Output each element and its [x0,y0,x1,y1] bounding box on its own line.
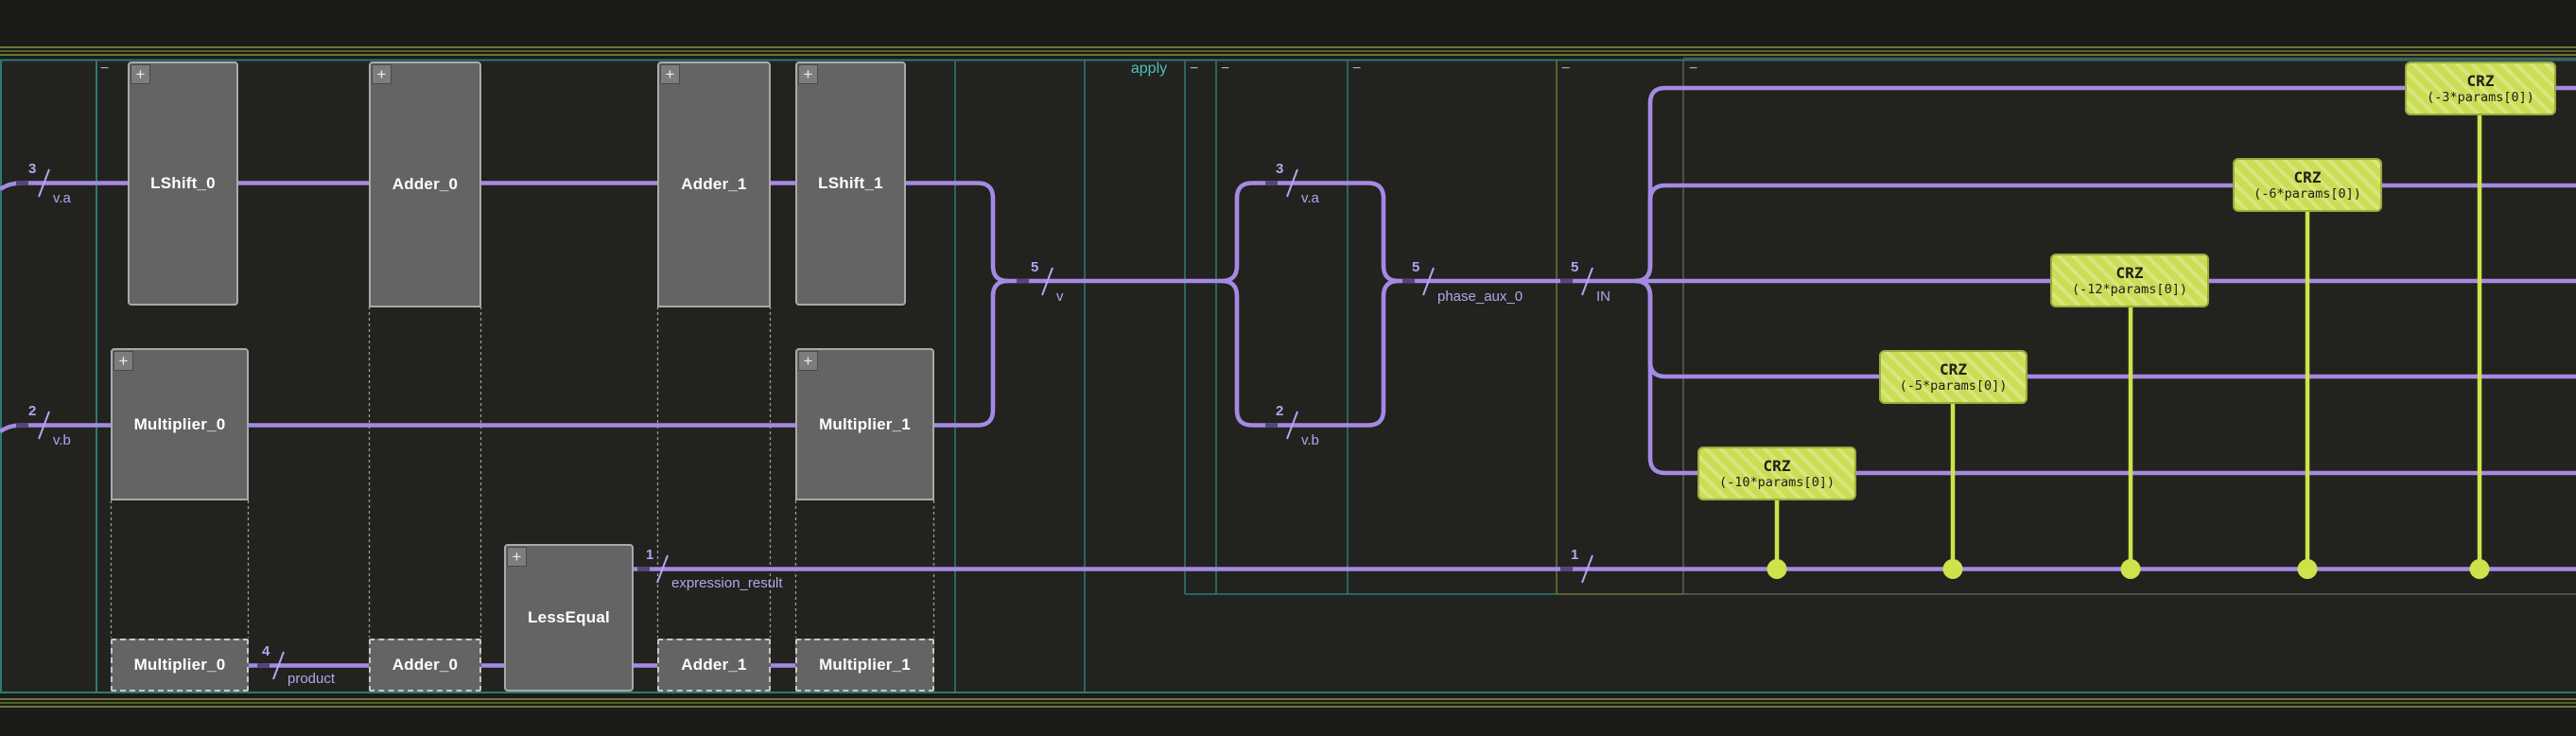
crz-gate-neg3[interactable]: CRZ (-3*params[0]) [2405,61,2556,115]
collapse-button[interactable]: − [1352,61,1361,77]
wire-width-expression-result: 1 [646,547,654,563]
gate-box-label: Adder_0 [392,175,459,193]
gate-box-label: LessEqual [528,608,610,626]
wire-width-va-mid: 3 [1276,161,1284,177]
expand-button[interactable]: + [798,351,818,371]
collapse-button[interactable]: − [100,61,109,77]
crz-gate-name: CRZ [1763,457,1791,475]
wire-name-expression-result: expression_result [671,575,783,591]
wire-name-v: v [1056,289,1064,305]
wire-width-v: 5 [1031,259,1039,275]
expand-button[interactable]: + [113,351,133,371]
control-dot [2297,559,2318,579]
apply-container-label: apply [1130,61,1168,77]
gate-box-label: Multiplier_1 [819,656,911,674]
gate-box-lshift-1[interactable]: LShift_1 + [795,61,906,306]
expand-button[interactable]: + [507,547,527,567]
crz-gate-neg6[interactable]: CRZ (-6*params[0]) [2233,158,2382,212]
wire-width-vb-mid: 2 [1276,403,1284,419]
gate-box-lshift-0[interactable]: LShift_0 + [128,61,238,306]
gate-box-multiplier-1-bottom[interactable]: Multiplier_1 [795,639,934,692]
gate-box-label: Multiplier_1 [819,414,911,433]
gate-box-adder-1-top[interactable]: Adder_1 + [657,61,771,307]
crz-gate-name: CRZ [2466,72,2495,90]
crz-gate-param: (-10*params[0]) [1719,475,1835,490]
wire-width-vb: 2 [28,403,37,419]
gate-box-adder-0-top[interactable]: Adder_0 + [369,61,481,307]
gate-box-multiplier-0-bottom[interactable]: Multiplier_0 [111,639,249,692]
gate-box-less-equal[interactable]: LessEqual + [504,544,634,692]
wire-width-expression-result-2: 1 [1571,547,1579,563]
crz-gate-name: CRZ [1940,360,1967,378]
gate-box-label: Adder_1 [681,656,747,674]
wire-width-va: 3 [28,161,37,177]
expand-button[interactable]: + [131,64,150,84]
crz-gate-name: CRZ [2115,264,2144,282]
expand-button[interactable]: + [372,64,392,84]
gate-box-adder-1-bottom[interactable]: Adder_1 [657,639,771,692]
collapse-button[interactable]: − [1221,61,1229,77]
wire-name-phase-aux: phase_aux_0 [1437,289,1523,305]
gate-box-label: LShift_0 [150,174,216,192]
control-dot [2469,559,2490,579]
circuit-canvas: − − − − − − apply LShift_0 + Adder_0 + A… [0,0,2576,736]
frame-top-lines [0,46,2576,61]
wire-name-va: v.a [53,190,71,206]
wire-name-vb-mid: v.b [1301,432,1319,448]
crz-gate-neg12[interactable]: CRZ (-12*params[0]) [2050,254,2209,307]
crz-gate-param: (-3*params[0]) [2427,90,2534,105]
gate-box-multiplier-1-mid[interactable]: Multiplier_1 + [795,348,934,500]
expand-button[interactable]: + [660,64,680,84]
collapse-button[interactable]: − [1561,61,1570,77]
wire-name-vb: v.b [53,432,71,448]
gate-box-multiplier-0-mid[interactable]: Multiplier_0 + [111,348,249,500]
gate-box-label: Multiplier_0 [133,656,226,674]
frame-bottom-lines [0,692,2576,708]
crz-gate-neg5[interactable]: CRZ (-5*params[0]) [1879,350,2028,404]
wire-name-va-mid: v.a [1301,190,1319,206]
gate-box-label: LShift_1 [818,174,883,192]
gate-box-label: Adder_0 [392,656,459,674]
expand-button[interactable]: + [798,64,818,84]
crz-gate-param: (-12*params[0]) [2072,282,2187,297]
crz-gate-param: (-6*params[0]) [2254,186,2361,202]
control-dot [2120,559,2141,579]
gate-box-adder-0-bottom[interactable]: Adder_0 [369,639,481,692]
wire-width-phase-aux: 5 [1412,259,1420,275]
crz-gate-param: (-5*params[0]) [1899,378,2008,394]
collapse-button[interactable]: − [1689,61,1697,77]
control-dot [1767,559,1787,579]
wire-name-in: IN [1596,289,1610,305]
wire-width-product: 4 [262,643,270,659]
control-dot [1942,559,1963,579]
gate-box-label: Multiplier_0 [133,414,226,433]
gate-box-label: Adder_1 [681,175,747,193]
wire-name-product: product [287,671,336,687]
wire-width-in: 5 [1571,259,1579,275]
crz-gate-name: CRZ [2293,168,2322,186]
crz-gate-neg10[interactable]: CRZ (-10*params[0]) [1697,447,1856,500]
collapse-button[interactable]: − [1190,61,1198,77]
